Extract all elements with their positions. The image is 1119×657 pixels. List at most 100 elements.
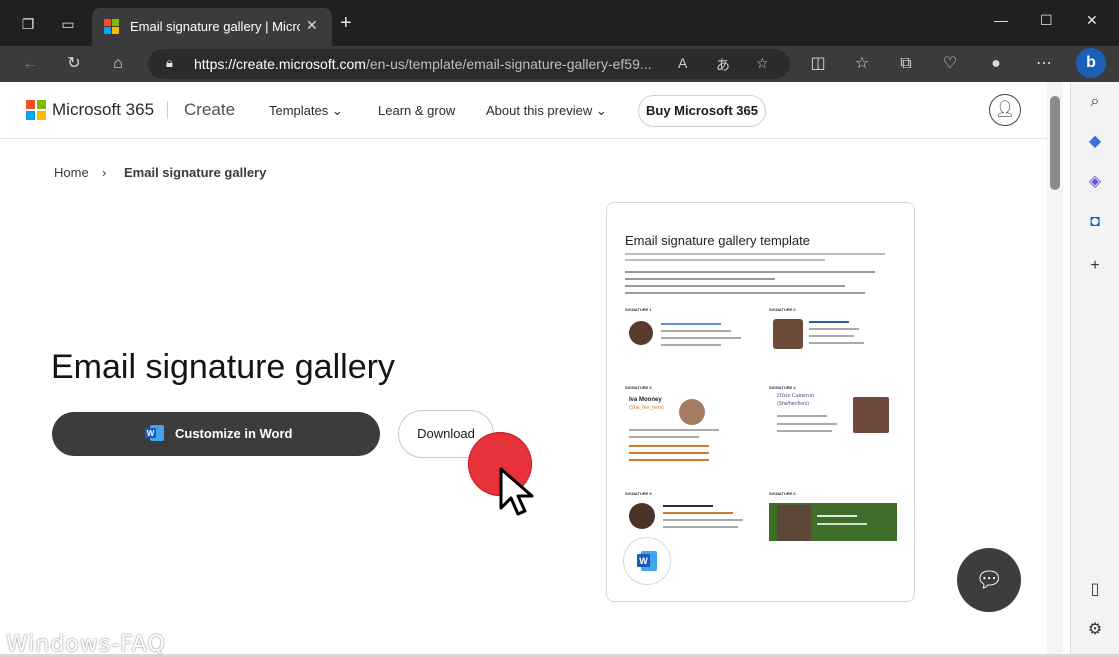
browser-essentials-icon[interactable]: ♡ [940, 54, 960, 74]
search-icon[interactable]: ⌕ [1085, 92, 1105, 112]
signature-3-text [629, 429, 719, 431]
account-avatar-icon[interactable]: 👤︎ [989, 94, 1021, 126]
address-bar[interactable]: 🔒︎ https://create.microsoft.com/en-us/te… [148, 49, 790, 79]
word-icon: W [637, 551, 657, 571]
shopping-tag-icon[interactable]: ◆ [1085, 132, 1105, 152]
split-screen-icon[interactable]: ◫ [808, 54, 828, 74]
read-aloud-icon[interactable]: A [678, 55, 687, 71]
signature-3-text [629, 445, 709, 447]
refresh-icon[interactable]: ↻ [64, 54, 84, 74]
signature-2-label: SIGNATURE 2 [769, 307, 796, 312]
preview-step-line [625, 285, 845, 287]
signature-4-pronouns: (She/her/hers) [777, 401, 809, 407]
maximize-button[interactable]: ☐ [1040, 12, 1053, 29]
signature-3-photo [679, 399, 705, 425]
signature-4-text [777, 423, 837, 425]
settings-gear-icon[interactable]: ⚙ [1085, 620, 1105, 640]
chevron-down-icon: ⌄ [331, 103, 343, 118]
preview-step-line [625, 292, 865, 294]
preview-text-line [625, 253, 885, 255]
browser-window: ❐ ▭ Email signature gallery | Microsoft … [0, 0, 1119, 657]
favorites-icon[interactable]: ☆ [852, 54, 872, 74]
translate-icon[interactable]: あ [716, 55, 730, 75]
home-icon[interactable]: ⌂ [108, 54, 128, 74]
microsoft-favicon-icon [104, 19, 120, 35]
signature-1-photo [629, 321, 653, 345]
signature-4-label: SIGNATURE 4 [769, 385, 796, 390]
breadcrumb-home[interactable]: Home [54, 165, 89, 180]
tab-actions-icon[interactable]: ▭ [60, 16, 76, 32]
add-sidebar-app-icon[interactable]: + [1085, 256, 1105, 276]
chat-feedback-button[interactable]: 💬︎ [957, 548, 1021, 612]
close-tab-icon[interactable]: ✕ [306, 17, 318, 34]
create-link[interactable]: Create [184, 100, 235, 120]
signature-4-photo [853, 397, 889, 433]
more-options-icon[interactable]: ⋯ [1034, 54, 1054, 74]
outlook-icon[interactable]: ◘ [1085, 212, 1105, 232]
back-icon[interactable]: ← [20, 54, 40, 74]
new-tab-button[interactable]: + [340, 13, 352, 33]
signature-4-text [777, 415, 827, 417]
chat-icon: 💬︎ [975, 567, 1003, 592]
signature-6-label: SIGNATURE 6 [769, 491, 796, 496]
signature-5-text [663, 519, 743, 521]
brand-name[interactable]: Microsoft 365 [52, 100, 154, 120]
minimize-button[interactable]: — [994, 12, 1008, 28]
signature-3-pronouns: (She_her_hers) [629, 405, 664, 411]
page-scrollbar[interactable] [1047, 82, 1063, 654]
nav-about-label: About this preview [486, 103, 593, 118]
signature-1-text [661, 337, 741, 339]
header-divider [167, 101, 168, 119]
page-title: Email signature gallery [51, 348, 395, 386]
nav-learn-grow[interactable]: Learn & grow [378, 103, 455, 118]
preview-step-line [625, 278, 775, 280]
breadcrumb-separator-icon: › [102, 165, 107, 180]
signature-2-text [809, 328, 859, 330]
web-page: Microsoft 365 Create Templates ⌄ Learn &… [0, 82, 1047, 654]
site-header: Microsoft 365 Create Templates ⌄ Learn &… [0, 82, 1047, 139]
svg-text:W: W [639, 556, 648, 566]
nav-templates[interactable]: Templates ⌄ [269, 103, 343, 119]
breadcrumb-current: Email signature gallery [124, 165, 267, 180]
active-tab[interactable]: Email signature gallery | Microsoft ✕ [92, 8, 332, 46]
buy-microsoft-365-button[interactable]: Buy Microsoft 365 [638, 95, 766, 127]
signature-2-text [809, 335, 854, 337]
close-window-button[interactable]: ✕ [1086, 12, 1098, 29]
signature-5-text [663, 526, 738, 528]
svg-text:W: W [147, 429, 155, 438]
url-text[interactable]: https://create.microsoft.com/en-us/templ… [194, 56, 664, 72]
signature-4-name: Dixie Cameron [777, 393, 814, 399]
signature-1-text [661, 323, 721, 325]
collections-icon[interactable]: ⧉ [896, 54, 916, 74]
nav-about-preview[interactable]: About this preview ⌄ [486, 103, 607, 119]
signature-4-text [777, 430, 832, 432]
copilot-icon[interactable]: b [1076, 48, 1106, 78]
copilot-sidebar-icon[interactable]: ◈ [1085, 172, 1105, 192]
signature-2-photo [773, 319, 803, 349]
preview-title: Email signature gallery template [625, 233, 810, 248]
signature-5-text [663, 512, 733, 514]
signature-6-text [817, 515, 857, 517]
sidebar-layout-icon[interactable]: ▯ [1085, 580, 1105, 600]
tab-title: Email signature gallery | Microsoft [130, 19, 300, 34]
workspaces-icon[interactable]: ❐ [20, 16, 36, 32]
favorite-star-icon[interactable]: ☆ [756, 55, 769, 72]
url-host: https://create.microsoft.com [194, 56, 366, 72]
word-app-badge[interactable]: W [623, 537, 671, 585]
signature-6-text [817, 523, 867, 525]
signature-3-text [629, 459, 709, 461]
microsoft-logo-icon[interactable] [26, 100, 46, 120]
signature-1-text [661, 330, 731, 332]
url-path: /en-us/template/email-signature-gallery-… [365, 56, 652, 72]
scrollbar-thumb[interactable] [1050, 96, 1060, 190]
lock-icon[interactable]: 🔒︎ [166, 55, 173, 71]
signature-3-label: SIGNATURE 3 [625, 385, 652, 390]
preview-step-line [625, 271, 875, 273]
watermark-text: Windows-FAQ [6, 632, 166, 657]
signature-6-photo [777, 505, 811, 541]
customize-in-word-button[interactable]: W Customize in Word [52, 412, 380, 456]
word-icon: W [145, 425, 164, 441]
profile-icon[interactable]: ● [986, 54, 1006, 74]
chevron-down-icon: ⌄ [595, 103, 607, 118]
preview-text-line [625, 259, 825, 261]
